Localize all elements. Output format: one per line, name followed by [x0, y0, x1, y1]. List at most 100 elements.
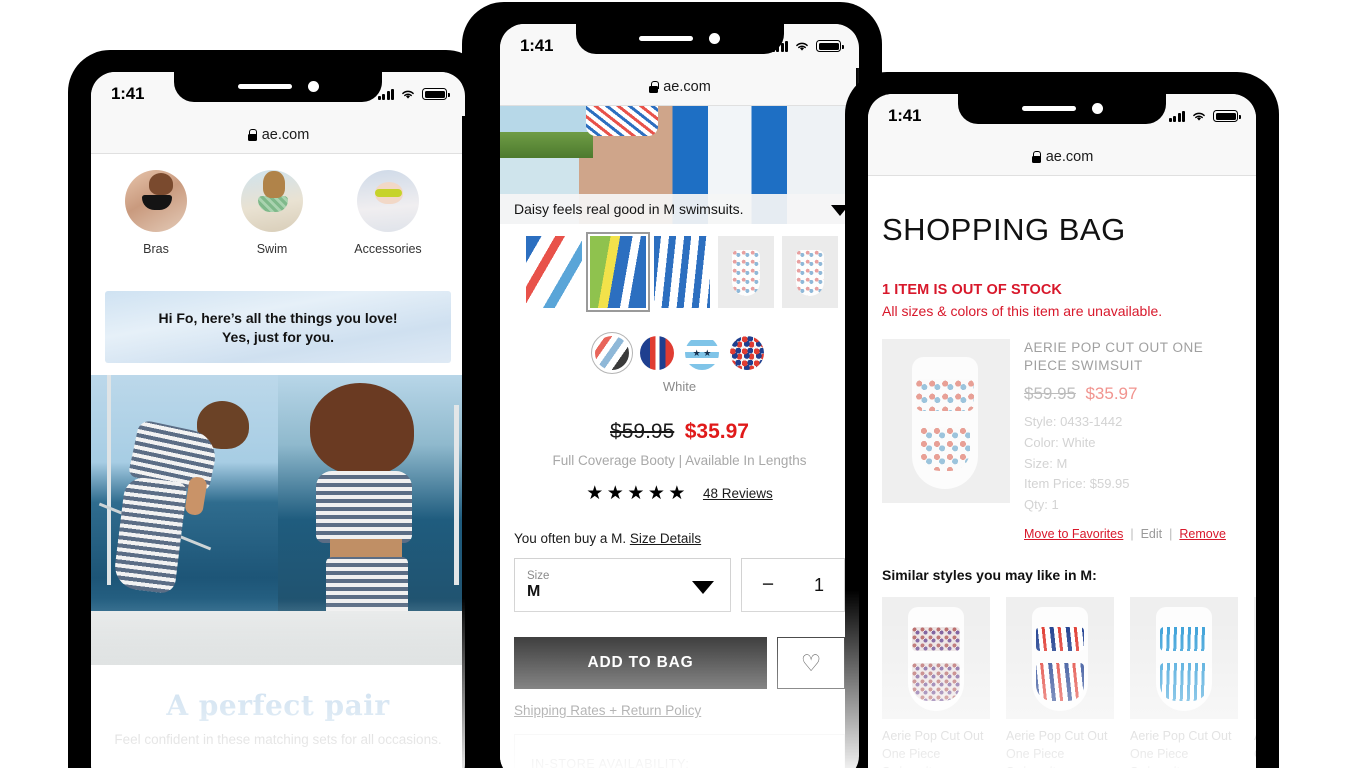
swim-image [241, 170, 303, 232]
similar-style-card[interactable]: Aerie Pop Cut Out One Piece Swimsuit $59… [1006, 597, 1114, 768]
speaker-icon [639, 35, 693, 41]
attr-style: Style: 0433-1442 [1024, 414, 1123, 430]
boat-rail [454, 405, 459, 586]
shipping-policy-link[interactable]: Shipping Rates + Return Policy [500, 689, 859, 718]
greeting-line-1: Hi Fo, here’s all the things you love! [158, 309, 398, 326]
wifi-icon [402, 90, 414, 99]
phone-3-screen: 1:41 ae.com SHOPPING BAG 1 ITEM IS OUT O… [868, 94, 1256, 768]
attr-qty: Qty: 1 [1024, 496, 1059, 512]
thumbnail-4[interactable] [718, 236, 774, 308]
price-row: $59.95 $35.97 [500, 394, 859, 444]
similar-style-card[interactable]: Aerie Pop Cut Out One Piece Swimsuit $59… [1130, 597, 1238, 768]
phone-1-status-bar: 1:41 [91, 72, 465, 116]
similar-styles-carousel[interactable]: Aerie Pop Cut Out One Piece Swimsuit $59… [868, 583, 1256, 768]
hero-image[interactable] [91, 375, 465, 666]
similar-style-name: Aerie Pop Cut Out One Piece Swimsuit [882, 729, 984, 768]
bag-item-price: $59.95 $35.97 [1024, 375, 1242, 404]
color-swatch-confetti[interactable] [730, 336, 764, 370]
out-of-stock-title: 1 ITEM IS OUT OF STOCK [882, 282, 1062, 298]
similar-style-card[interactable]: Aerie Pop Cut Out One Piece Swimsuit $59… [882, 597, 990, 768]
model-striped-pants [112, 475, 188, 595]
similar-style-image [1006, 597, 1114, 720]
attr-color: Color: White [1024, 434, 1096, 450]
reviews-link[interactable]: 48 Reviews [703, 486, 773, 501]
lock-icon [1031, 150, 1042, 163]
phone-3-url-bar[interactable]: ae.com [868, 138, 1256, 176]
heart-icon: ♡ [800, 649, 822, 676]
bag-item-attributes: Style: 0433-1442 Color: White Size: M It… [1024, 404, 1242, 515]
color-swatch-stripe-star[interactable] [685, 336, 719, 370]
thumbnail-2-selected[interactable] [586, 232, 650, 312]
category-item-accessories[interactable]: Accessories [341, 170, 435, 273]
camera-icon [709, 32, 720, 44]
selected-color-name: White [662, 379, 697, 394]
phone-1-frame: 1:41 ae.com Bras Swim Accessories Hi Fo,… [68, 50, 488, 768]
url-text: ae.com [1045, 148, 1094, 165]
thumbnail-1[interactable] [526, 236, 582, 308]
bag-item-image[interactable] [882, 339, 1010, 503]
status-icons [1168, 110, 1241, 122]
color-swatch-white-selected[interactable] [591, 332, 633, 374]
similar-style-image [882, 597, 990, 720]
speaker-icon [237, 83, 292, 89]
out-of-stock-alert: 1 ITEM IS OUT OF STOCK All sizes & color… [868, 248, 1256, 319]
camera-icon [1091, 102, 1103, 114]
lock-icon [648, 80, 659, 93]
phone-2-url-bar[interactable]: ae.com [500, 68, 859, 106]
similar-styles-heading: Similar styles you may like in M: [882, 567, 1097, 584]
boat-deck [91, 611, 278, 666]
page-title: SHOPPING BAG [882, 212, 1126, 247]
size-details-link[interactable]: Size Details [630, 531, 701, 546]
remove-link[interactable]: Remove [1179, 527, 1226, 541]
swimsuit-illustration [1156, 607, 1212, 712]
similar-style-card[interactable]: Aerie Pop Cut Out One Piece Swimsuit $59… [1254, 597, 1256, 768]
url-text: ae.com [663, 78, 711, 95]
phone-1-url-bar[interactable]: ae.com [91, 116, 465, 154]
quantity-decrement-button[interactable]: − [762, 573, 774, 597]
size-select[interactable]: Size M [514, 558, 731, 612]
thumbnail-3[interactable] [654, 236, 710, 308]
wifi-icon [1193, 112, 1205, 121]
notch [575, 24, 784, 54]
sailboat-mast [107, 375, 111, 586]
hero-title: A perfect pair [166, 689, 390, 723]
size-select-label: Size [527, 569, 550, 582]
lock-icon [247, 128, 258, 141]
chevron-down-icon[interactable] [692, 581, 714, 594]
add-to-bag-button[interactable]: ADD TO BAG [514, 637, 767, 689]
battery-icon [816, 40, 844, 52]
thumbnail-5[interactable] [782, 236, 838, 308]
phone-3-content: SHOPPING BAG 1 ITEM IS OUT OF STOCK All … [868, 176, 1256, 768]
color-swatch-graphic[interactable] [640, 336, 674, 370]
product-hero-image[interactable]: Daisy feels real good in M swimsuits. [500, 106, 859, 224]
color-swatches[interactable] [500, 322, 859, 374]
category-carousel[interactable]: Bras Swim Accessories Leggings & Yoga Pa… [91, 154, 465, 283]
edit-link[interactable]: Edit [1141, 527, 1163, 541]
status-time: 1:41 [520, 36, 554, 55]
similar-style-name: Aerie Pop Cut Out One Piece Swimsuit [1006, 729, 1108, 768]
phone-2-frame: 1:41 ae.com Daisy feels real good in M s… [462, 2, 882, 768]
quantity-stepper[interactable]: − 1 [741, 558, 845, 612]
thumbnail-strip[interactable] [500, 224, 859, 322]
move-to-favorites-link[interactable]: Move to Favorites [1024, 527, 1123, 541]
image-caption: Daisy feels real good in M swimsuits. [500, 194, 859, 224]
category-label: Accessories [354, 242, 422, 256]
swimsuit-illustration [1032, 607, 1088, 712]
bag-item-name: AERIE POP CUT OUT ONE PIECE SWIMSUIT [1024, 340, 1204, 374]
star-rating-icon: ★★★★★ [586, 483, 689, 504]
rating-row[interactable]: ★★★★★ 48 Reviews [500, 468, 859, 505]
swimsuit-detail [586, 106, 658, 136]
accessories-image [357, 170, 419, 232]
attr-size: Size: M [1024, 455, 1068, 471]
notch [958, 94, 1166, 124]
mockup-stage: 1:41 ae.com Bras Swim Accessories Hi Fo,… [0, 0, 1366, 768]
add-to-favorites-button[interactable]: ♡ [777, 637, 845, 689]
category-item-swim[interactable]: Swim [225, 170, 319, 273]
boat-deck [278, 611, 465, 666]
image-caption-text: Daisy feels real good in M swimsuits. [514, 201, 744, 217]
action-separator: | [1169, 527, 1173, 542]
category-item-bras[interactable]: Bras [109, 170, 203, 273]
status-icons [771, 40, 844, 52]
camera-icon [307, 80, 319, 92]
bag-item-info: AERIE POP CUT OUT ONE PIECE SWIMSUIT $59… [1024, 339, 1242, 541]
